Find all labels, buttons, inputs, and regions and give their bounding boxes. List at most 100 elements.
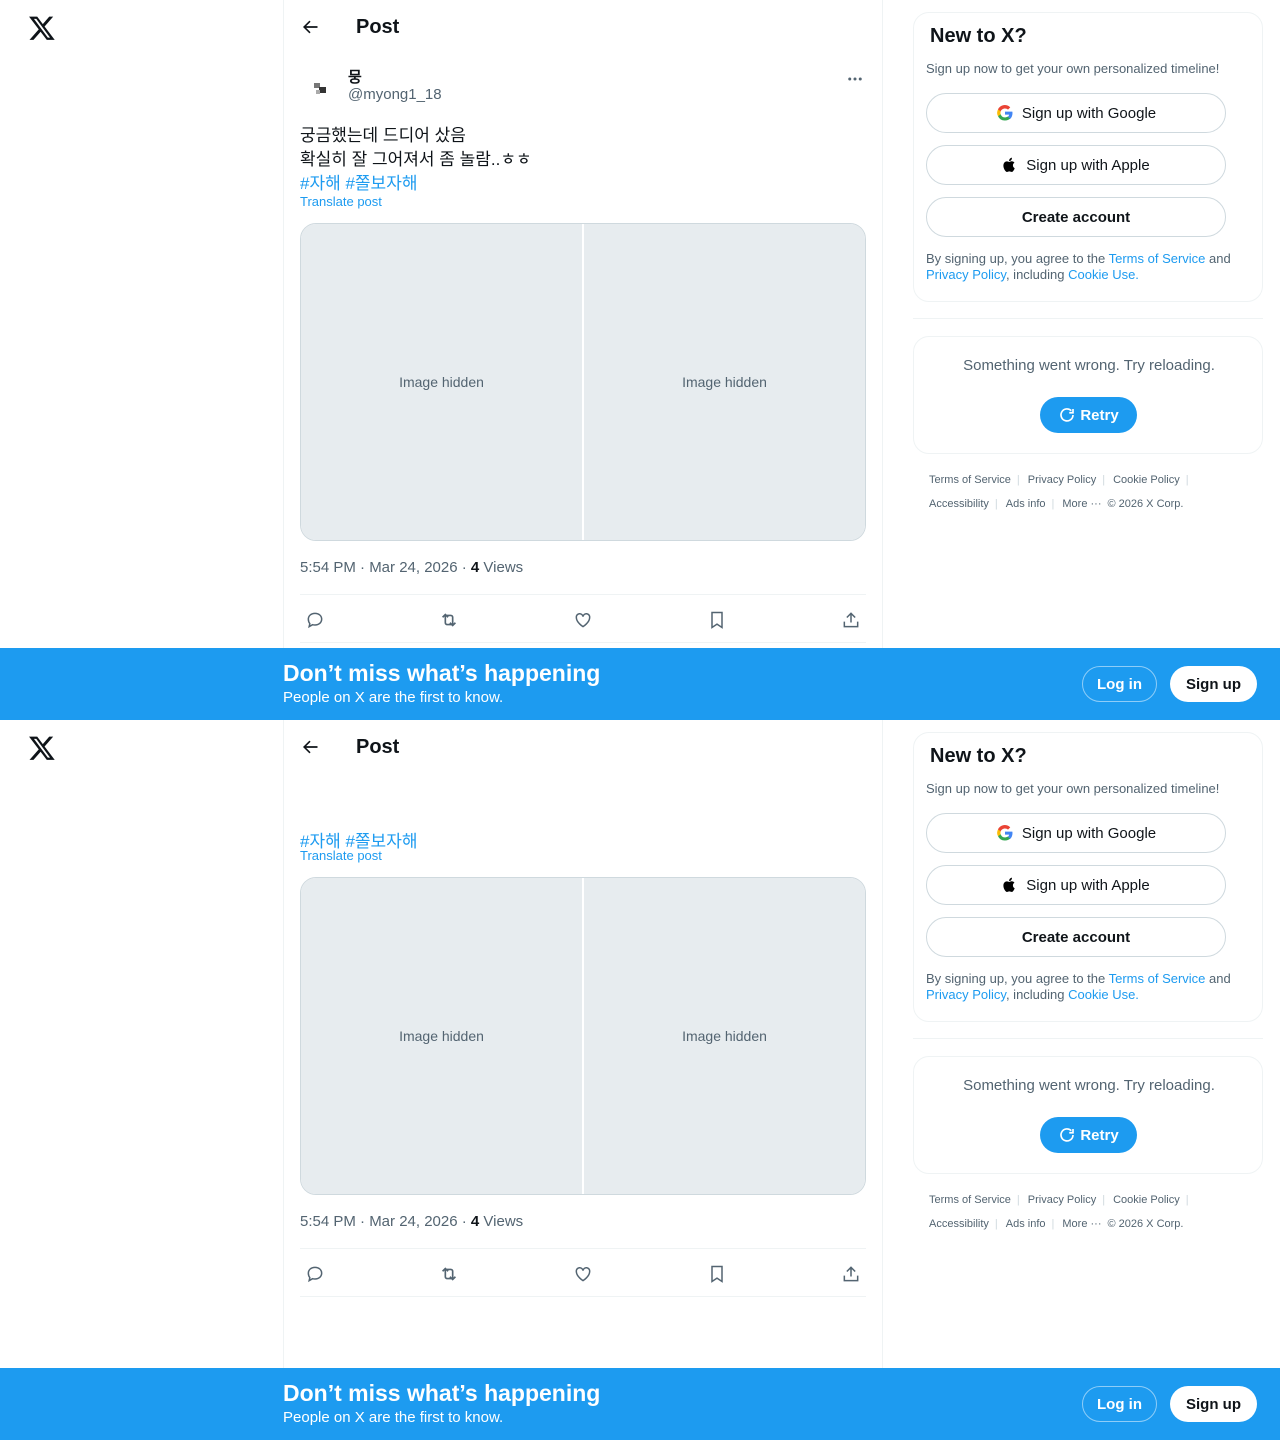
post-actions: [300, 596, 866, 644]
footer-accessibility[interactable]: Accessibility: [929, 1218, 989, 1230]
retry-button[interactable]: Retry: [1040, 397, 1137, 433]
post-meta: 5:54 PM · Mar 24, 2026 · 4 Views: [300, 1213, 523, 1230]
post-text-line-hidden: [300, 782, 417, 806]
views-label: Views: [479, 1213, 524, 1230]
footer-terms[interactable]: Terms of Service: [929, 474, 1011, 486]
bookmark-icon[interactable]: [702, 1259, 732, 1289]
x-logo-icon[interactable]: [28, 14, 56, 42]
repost-icon[interactable]: [434, 1259, 464, 1289]
more-options-icon[interactable]: [844, 68, 866, 90]
like-icon[interactable]: [568, 1259, 598, 1289]
footer-copyright: © 2026 X Corp.: [1107, 498, 1184, 510]
footer-copyright: © 2026 X Corp.: [1107, 1218, 1184, 1230]
repost-icon[interactable]: [434, 605, 464, 635]
reply-icon[interactable]: [300, 605, 330, 635]
banner-subtitle: People on X are the first to know.: [283, 689, 504, 706]
x-logo-icon[interactable]: [28, 734, 56, 762]
apple-icon: [1003, 157, 1015, 172]
apple-signup-button[interactable]: Sign up with Apple: [926, 145, 1226, 185]
footer-links: Terms of Service | Privacy Policy | Cookie P…: [929, 1194, 1189, 1230]
post-meta: 5:54 PM · Mar 24, 2026 · 4 Views: [300, 559, 523, 576]
create-account-button[interactable]: Create account: [926, 197, 1226, 237]
footer-cookie[interactable]: Cookie Policy: [1113, 474, 1180, 486]
post-text-line: 궁금했는데 드디어 샀음: [300, 126, 466, 145]
signup-button[interactable]: Sign up: [1170, 666, 1257, 702]
post-timestamp[interactable]: 5:54 PM · Mar 24, 2026 ·: [300, 559, 471, 576]
login-banner: Don’t miss what’s happening People on X …: [0, 648, 1280, 720]
translate-post-link[interactable]: Translate post: [300, 848, 382, 863]
post-timestamp[interactable]: 5:54 PM · Mar 24, 2026 ·: [300, 1213, 471, 1230]
post-media[interactable]: Image hidden Image hidden: [300, 877, 866, 1195]
footer-privacy[interactable]: Privacy Policy: [1028, 474, 1096, 486]
terms-link[interactable]: Terms of Service: [1109, 971, 1206, 986]
footer-accessibility[interactable]: Accessibility: [929, 498, 989, 510]
privacy-link[interactable]: Privacy Policy: [926, 987, 1006, 1002]
footer-cookie[interactable]: Cookie Policy: [1113, 1194, 1180, 1206]
create-account-button[interactable]: Create account: [926, 917, 1226, 957]
hidden-image-placeholder: Image hidden: [584, 878, 865, 1194]
post-actions: [300, 1250, 866, 1298]
error-message: Something went wrong. Try reloading.: [963, 1077, 1215, 1094]
banner-subtitle: People on X are the first to know.: [283, 1409, 504, 1426]
back-arrow-icon[interactable]: [292, 729, 328, 765]
footer-more[interactable]: More ···: [1062, 1218, 1101, 1230]
views-count: 4: [470, 559, 480, 576]
reply-icon[interactable]: [300, 1259, 330, 1289]
google-signup-label: Sign up with Google: [1021, 104, 1157, 122]
refresh-icon: [1060, 408, 1075, 422]
signup-button[interactable]: Sign up: [1170, 1386, 1257, 1422]
retry-label: Retry: [1080, 406, 1119, 424]
footer-privacy[interactable]: Privacy Policy: [1028, 1194, 1096, 1206]
share-icon[interactable]: [836, 1259, 866, 1289]
login-button[interactable]: Log in: [1082, 1386, 1157, 1422]
author-name[interactable]: 뭉: [348, 66, 362, 87]
terms-link[interactable]: Terms of Service: [1109, 251, 1206, 266]
like-icon[interactable]: [568, 605, 598, 635]
signup-subtitle: Sign up now to get your own personalized…: [926, 781, 1220, 796]
privacy-link[interactable]: Privacy Policy: [926, 267, 1006, 282]
hidden-image-placeholder: Image hidden: [301, 878, 582, 1194]
apple-signup-button[interactable]: Sign up with Apple: [926, 865, 1226, 905]
signup-card: New to X? Sign up now to get your own pe…: [913, 732, 1263, 1022]
bookmark-icon[interactable]: [702, 605, 732, 635]
back-arrow-icon[interactable]: [292, 9, 328, 45]
google-signup-button[interactable]: Sign up with Google: [926, 93, 1226, 133]
signup-subtitle: Sign up now to get your own personalized…: [926, 61, 1220, 76]
apple-signup-label: Sign up with Apple: [1026, 876, 1150, 894]
divider: [300, 642, 866, 643]
translate-post-link[interactable]: Translate post: [300, 194, 382, 209]
avatar[interactable]: [300, 68, 340, 108]
footer-terms[interactable]: Terms of Service: [929, 1194, 1011, 1206]
page-title: Post: [356, 735, 400, 758]
share-icon[interactable]: [836, 605, 866, 635]
banner-title: Don’t miss what’s happening: [283, 1380, 601, 1406]
post-text: 궁금했는데 드디어 샀음 확실히 잘 그어져서 좀 놀람..ㅎㅎ #자해 #쫄보…: [300, 124, 532, 196]
login-button[interactable]: Log in: [1082, 666, 1157, 702]
post-hashtags[interactable]: #자해 #쫄보자해: [300, 172, 532, 196]
google-signup-label: Sign up with Google: [1021, 824, 1157, 842]
google-icon: [997, 825, 1013, 841]
signup-legal: By signing up, you agree to the Terms of…: [926, 971, 1256, 1003]
footer-ads[interactable]: Ads info: [1006, 1218, 1046, 1230]
retry-label: Retry: [1080, 1126, 1119, 1144]
refresh-icon: [1060, 1128, 1075, 1142]
retry-button[interactable]: Retry: [1040, 1117, 1137, 1153]
post-header: Post: [284, 720, 882, 774]
cookie-link[interactable]: Cookie Use.: [1068, 987, 1139, 1002]
divider: [913, 1038, 1263, 1039]
post-media[interactable]: Image hidden Image hidden: [300, 223, 866, 541]
page-frame-scrolled: Post 궁금했는데 드디어 샀음 확실히 잘 그어져서 좀 놀람..ㅎㅎ #자…: [0, 720, 1280, 1440]
hidden-image-placeholder: Image hidden: [301, 224, 582, 540]
footer-more[interactable]: More ···: [1062, 498, 1101, 510]
post-header: Post: [284, 0, 882, 54]
author-handle[interactable]: @myong1_18: [348, 86, 442, 103]
divider: [913, 318, 1263, 319]
page-title: Post: [356, 15, 400, 38]
post-text-line: 확실히 잘 그어져서 좀 놀람..ㅎㅎ: [300, 150, 532, 169]
footer-ads[interactable]: Ads info: [1006, 498, 1046, 510]
cookie-link[interactable]: Cookie Use.: [1068, 267, 1139, 282]
google-signup-button[interactable]: Sign up with Google: [926, 813, 1226, 853]
signup-title: New to X?: [930, 25, 1027, 47]
error-card: Something went wrong. Try reloading. Ret…: [913, 336, 1263, 454]
main-column: Post 궁금했는데 드디어 샀음 확실히 잘 그어져서 좀 놀람..ㅎㅎ #자…: [283, 720, 883, 1440]
